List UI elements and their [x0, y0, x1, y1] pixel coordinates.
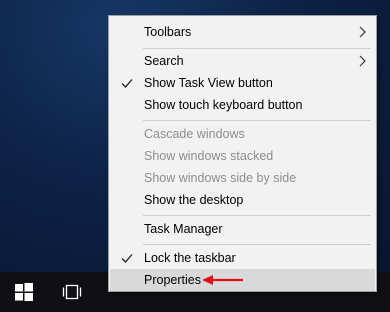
task-view-icon	[62, 284, 82, 300]
menu-item-label: Search	[144, 54, 184, 68]
menu-item-cascade-windows: Cascade windows	[110, 123, 375, 145]
menu-item-show-touch-keyboard[interactable]: Show touch keyboard button	[110, 94, 375, 116]
checkmark-icon	[121, 254, 133, 263]
menu-item-toolbars[interactable]: Toolbars	[110, 21, 375, 43]
menu-item-show-windows-side-by-side: Show windows side by side	[110, 167, 375, 189]
menu-item-label: Show touch keyboard button	[144, 98, 303, 112]
menu-item-search[interactable]: Search	[110, 50, 375, 72]
menu-item-label: Show windows stacked	[144, 149, 274, 163]
red-arrow-annotation-icon	[202, 275, 243, 285]
menu-separator	[143, 215, 371, 216]
menu-separator	[143, 120, 371, 121]
menu-item-label: Properties	[144, 273, 201, 287]
start-button[interactable]	[0, 272, 48, 312]
checkmark-icon	[121, 79, 133, 88]
menu-item-show-windows-stacked: Show windows stacked	[110, 145, 375, 167]
taskbar-context-menu: Toolbars Search Show Task View button Sh…	[108, 15, 377, 292]
menu-item-label: Show Task View button	[144, 76, 273, 90]
menu-item-label: Show the desktop	[144, 193, 244, 207]
menu-item-show-task-view[interactable]: Show Task View button	[110, 72, 375, 94]
menu-item-label: Task Manager	[144, 222, 223, 236]
menu-separator	[143, 244, 371, 245]
menu-item-task-manager[interactable]: Task Manager	[110, 218, 375, 240]
menu-item-label: Lock the taskbar	[144, 251, 236, 265]
menu-separator	[143, 48, 371, 49]
task-view-button[interactable]	[48, 272, 96, 312]
menu-item-show-desktop[interactable]: Show the desktop	[110, 189, 375, 211]
chevron-right-icon	[359, 55, 366, 67]
menu-item-label: Cascade windows	[144, 127, 245, 141]
menu-item-properties[interactable]: Properties	[110, 269, 375, 291]
menu-item-lock-taskbar[interactable]: Lock the taskbar	[110, 247, 375, 269]
menu-item-label: Show windows side by side	[144, 171, 297, 185]
windows-start-icon	[15, 283, 33, 301]
chevron-right-icon	[359, 26, 366, 38]
menu-item-label: Toolbars	[144, 25, 192, 39]
